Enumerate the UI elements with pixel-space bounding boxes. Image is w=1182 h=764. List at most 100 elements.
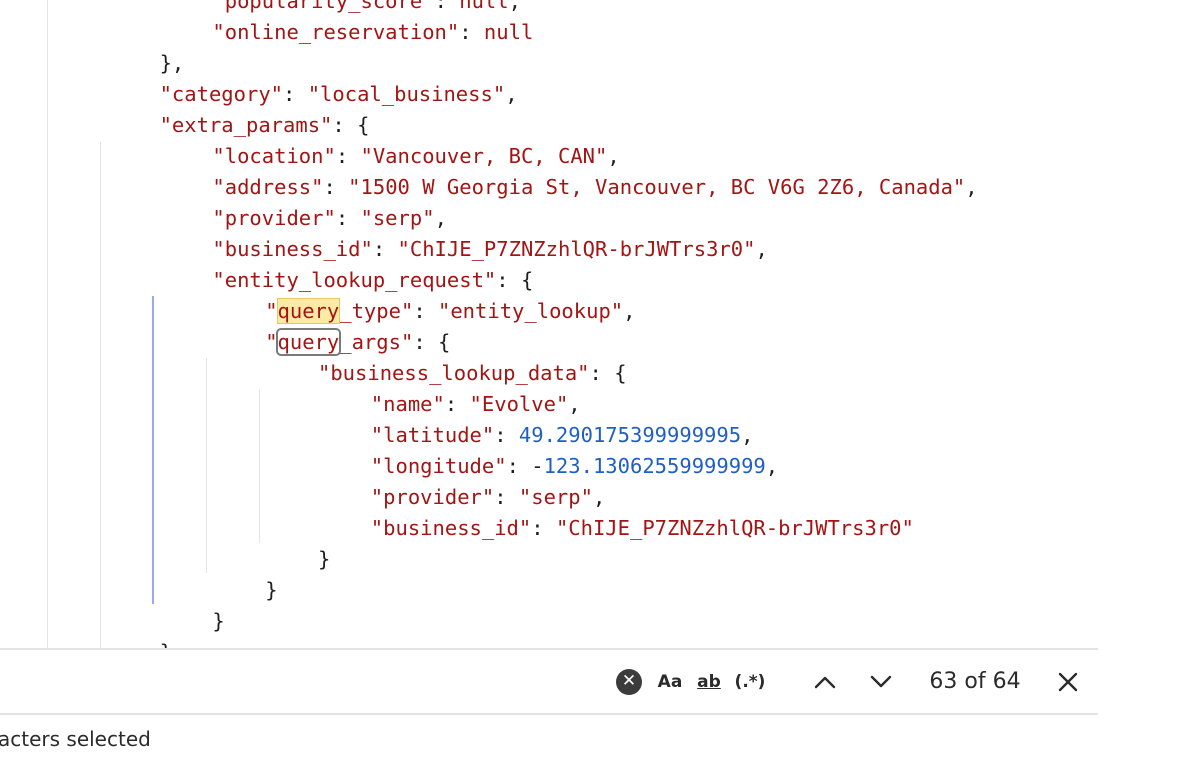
code-token: " bbox=[265, 299, 278, 323]
code-line[interactable]: "popularity_score": null, bbox=[54, 0, 521, 17]
code-token: , bbox=[965, 175, 978, 199]
code-line[interactable]: } bbox=[54, 575, 278, 606]
code-token: : bbox=[531, 516, 556, 540]
code-line[interactable]: "entity_lookup_request": { bbox=[54, 265, 533, 296]
previous-match-button[interactable] bbox=[808, 650, 842, 713]
code-token: } bbox=[160, 640, 172, 648]
code-token: , bbox=[765, 454, 779, 478]
current-match-highlight: query bbox=[275, 328, 342, 356]
code-token: : bbox=[444, 392, 470, 416]
whole-word-icon: ab bbox=[697, 671, 721, 692]
code-editor[interactable]: "popularity_score": null, "online_reserva… bbox=[0, 0, 1098, 648]
match-case-toggle[interactable]: Aa bbox=[655, 650, 685, 713]
code-token: 49.290175399999995 bbox=[518, 423, 742, 447]
code-token: "1500 W Georgia St, Vancouver, BC V6G 2Z… bbox=[348, 175, 966, 199]
code-line[interactable]: } bbox=[54, 544, 330, 575]
editor-margin bbox=[1098, 648, 1182, 715]
code-line[interactable]: "online_reservation": null bbox=[54, 17, 533, 48]
selection-status: acters selected bbox=[0, 727, 151, 751]
code-token: _args" bbox=[339, 330, 414, 354]
code-token: "popularity_score" bbox=[212, 0, 435, 13]
code-token: "online_reservation" bbox=[212, 20, 460, 44]
search-match-highlight: query bbox=[276, 298, 341, 324]
code-line[interactable]: "category": "local_business", bbox=[54, 79, 518, 110]
code-token: "entity_lookup_request" bbox=[212, 268, 497, 292]
code-token: : bbox=[372, 237, 398, 261]
match-counter: 63 of 64 bbox=[929, 669, 1021, 694]
code-token: "latitude" bbox=[370, 423, 495, 447]
code-token: " bbox=[265, 330, 278, 354]
code-token: : bbox=[459, 20, 484, 44]
code-token: null bbox=[483, 20, 534, 44]
code-token: "Evolve" bbox=[469, 392, 569, 416]
code-token: , bbox=[434, 206, 447, 230]
code-token: "name" bbox=[370, 392, 445, 416]
status-bar: acters selected bbox=[0, 715, 1182, 764]
code-line[interactable]: "latitude": 49.290175399999995, bbox=[54, 420, 754, 451]
close-find-button[interactable] bbox=[1050, 650, 1086, 713]
code-token: "provider" bbox=[370, 485, 495, 509]
clear-icon: ✕ bbox=[616, 668, 642, 695]
chevron-up-icon bbox=[814, 676, 836, 688]
code-token: : { bbox=[589, 361, 627, 385]
code-line[interactable]: "extra_params": { bbox=[54, 110, 370, 141]
code-token: 123.13062559999999 bbox=[543, 454, 766, 478]
code-token: : bbox=[283, 82, 308, 106]
code-line[interactable]: "address": "1500 W Georgia St, Vancouver… bbox=[54, 172, 978, 203]
code-token: "longitude" bbox=[370, 454, 507, 478]
code-token: , bbox=[505, 82, 518, 106]
code-token: : bbox=[494, 423, 519, 447]
code-token: "address" bbox=[212, 175, 324, 199]
code-token: : bbox=[335, 206, 361, 230]
whole-word-toggle[interactable]: ab bbox=[693, 650, 725, 713]
code-token: "extra_params" bbox=[159, 113, 333, 137]
code-line[interactable]: } bbox=[54, 637, 172, 648]
code-token: : { bbox=[496, 268, 534, 292]
code-line[interactable]: "business_lookup_data": { bbox=[54, 358, 627, 389]
code-token: } bbox=[265, 578, 278, 602]
code-token: "serp" bbox=[360, 206, 435, 230]
code-token: "business_id" bbox=[370, 516, 532, 540]
code-line[interactable]: "provider": "serp", bbox=[54, 482, 606, 513]
code-token: , bbox=[607, 144, 620, 168]
code-line[interactable]: "query_type": "entity_lookup", bbox=[54, 296, 635, 327]
code-line[interactable]: "longitude": -123.13062559999999, bbox=[54, 451, 778, 482]
code-token: : - bbox=[506, 454, 544, 478]
code-line[interactable]: }, bbox=[54, 48, 185, 79]
code-token: "Vancouver, BC, CAN" bbox=[360, 144, 608, 168]
code-token: : { bbox=[413, 330, 451, 354]
chevron-down-icon bbox=[870, 675, 892, 687]
code-line[interactable]: "provider": "serp", bbox=[54, 203, 447, 234]
indent-guide bbox=[47, 0, 48, 648]
code-line[interactable]: "query_args": { bbox=[54, 327, 450, 358]
code-token: : bbox=[494, 485, 519, 509]
code-token: }, bbox=[159, 51, 185, 75]
code-token: : bbox=[413, 299, 438, 323]
code-line[interactable]: "location": "Vancouver, BC, CAN", bbox=[54, 141, 620, 172]
code-token: null bbox=[459, 0, 509, 13]
code-token: : bbox=[434, 0, 460, 13]
code-token: "category" bbox=[159, 82, 284, 106]
code-line[interactable]: "business_id": "ChIJE_P7ZNZzhlQR-brJWTrs… bbox=[54, 513, 914, 544]
close-icon bbox=[1058, 672, 1078, 691]
code-line[interactable]: "business_id": "ChIJE_P7ZNZzhlQR-brJWTrs… bbox=[54, 234, 767, 265]
code-token: "local_business" bbox=[307, 82, 506, 106]
clear-search-button[interactable]: ✕ bbox=[614, 650, 644, 713]
code-token: , bbox=[623, 299, 636, 323]
code-line[interactable]: "name": "Evolve", bbox=[54, 389, 581, 420]
code-token: "provider" bbox=[212, 206, 336, 230]
next-match-button[interactable] bbox=[864, 650, 898, 713]
code-token: "ChIJE_P7ZNZzhlQR-brJWTrs3r0" bbox=[555, 516, 914, 540]
code-token: "business_lookup_data" bbox=[318, 361, 590, 385]
code-token: , bbox=[741, 423, 754, 447]
code-token: "serp" bbox=[518, 485, 593, 509]
code-token: "location" bbox=[212, 144, 336, 168]
find-bar: ✕ Aa ab (.*) 63 of 64 bbox=[0, 648, 1098, 715]
code-token: _type" bbox=[339, 299, 414, 323]
code-token: , bbox=[508, 0, 521, 13]
code-line[interactable]: } bbox=[54, 606, 224, 637]
code-token: "business_id" bbox=[212, 237, 373, 261]
code-token: "ChIJE_P7ZNZzhlQR-brJWTrs3r0" bbox=[397, 237, 756, 261]
regex-toggle[interactable]: (.*) bbox=[734, 650, 766, 713]
code-token: , bbox=[592, 485, 606, 509]
